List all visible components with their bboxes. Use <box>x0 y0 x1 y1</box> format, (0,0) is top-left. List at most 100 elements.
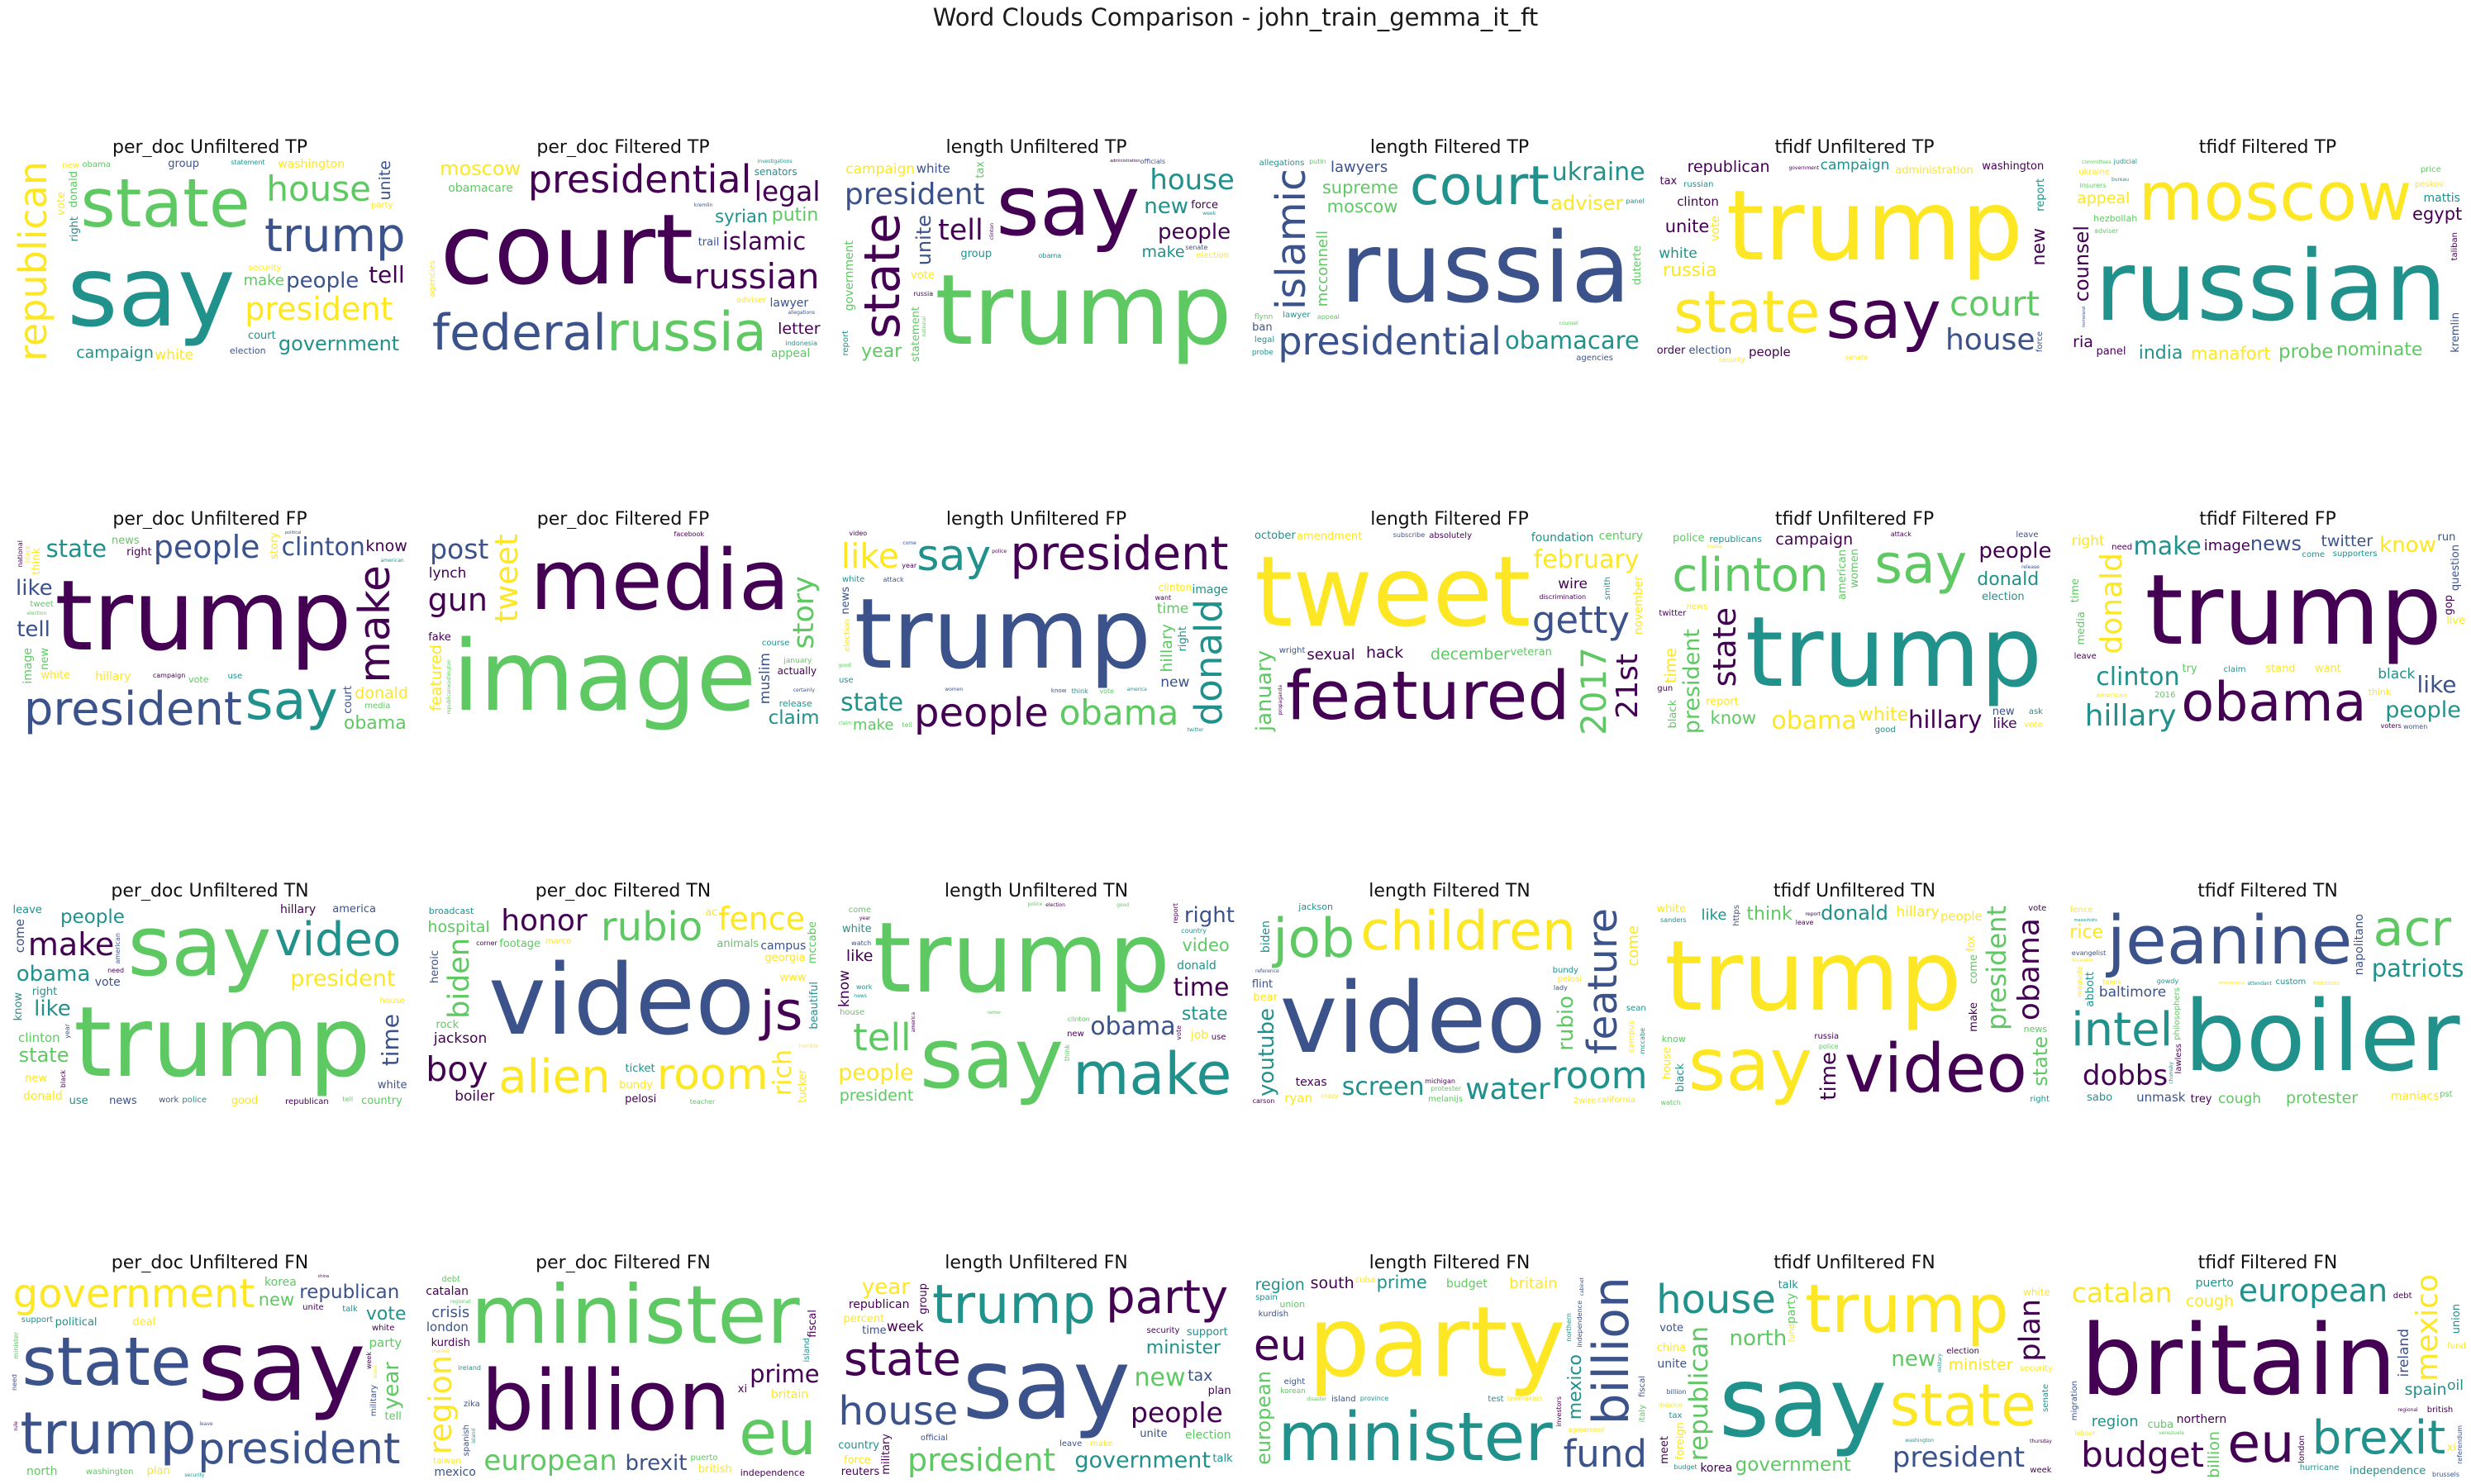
cloud-word: people <box>1978 539 2052 564</box>
cloud-word: youtube <box>1254 1008 1279 1097</box>
cloud-word: actually <box>777 665 817 678</box>
cloud-word: state <box>21 1324 192 1402</box>
cloud-word: veteran <box>1510 646 1552 659</box>
cloud-word: media <box>1707 544 1722 550</box>
cloud-word: clinton <box>2096 663 2180 692</box>
cloud-word: fence <box>717 901 806 937</box>
cloud-word: people <box>60 906 125 929</box>
cloud-word: loveable <box>2072 958 2093 964</box>
cloud-word: ticket <box>625 1062 655 1075</box>
cloud-word: new <box>38 647 51 670</box>
cloud-word: budget <box>2081 1434 2205 1476</box>
cloud-word: russia <box>1663 260 1717 282</box>
cloud-word: tax <box>1669 1411 1683 1421</box>
cloud-word: leave <box>1059 1439 1083 1448</box>
cloud-word: people <box>1130 1396 1223 1429</box>
cloud-word: like <box>1701 906 1727 924</box>
cloud-word: gun <box>427 581 488 618</box>
cloud-word: room <box>656 1050 769 1100</box>
cloud-word: philosophers <box>2172 987 2182 1040</box>
cloud-word: flint <box>1251 977 1274 991</box>
cloud-word: protester <box>1431 1085 1462 1093</box>
cloud-word: say <box>1826 277 1941 355</box>
cloud-word: come <box>902 540 917 547</box>
cloud-word: force <box>844 1454 871 1467</box>
cloud-word: year <box>63 1023 71 1039</box>
cloud-word: president <box>1981 906 2013 1030</box>
cloud-word: week <box>2030 1466 2052 1476</box>
cloud-word: hurricane <box>2299 1463 2340 1472</box>
cloud-word: misguide <box>2075 967 2083 997</box>
cloud-word: tell <box>17 616 50 642</box>
cloud-word: spain <box>2404 1380 2447 1399</box>
cloud-word: house <box>1150 164 1235 197</box>
cloud-word: tax <box>974 161 987 179</box>
cloud-word: appeal <box>770 346 811 360</box>
cloud-word: london <box>426 1320 469 1335</box>
cloud-word: american <box>2096 691 2127 699</box>
cloud-word: news <box>840 587 853 616</box>
cloud-word: trump <box>20 1399 197 1467</box>
cloud-word: fiscal <box>806 1309 819 1338</box>
cloud-word: country <box>1181 927 1207 935</box>
cloud-word: obama <box>1059 692 1179 734</box>
cloud-word: president <box>290 966 396 992</box>
word-cloud: trump say state court house republican campaig… <box>1654 157 2054 365</box>
cloud-word: white <box>916 160 950 176</box>
cloud-word: korean <box>1280 1386 1306 1396</box>
cloud-word: think <box>1064 1044 1072 1061</box>
cloud-word: room <box>1551 1054 1648 1098</box>
cloud-word: fox <box>1964 935 1978 953</box>
cloud-word: trump <box>1726 168 2024 283</box>
cloud-word: honor <box>501 903 588 938</box>
cloud-word: island <box>470 1429 477 1444</box>
cloud-word: vote <box>188 673 209 685</box>
cloud-word: group <box>168 158 200 171</box>
cloud-word: clinton <box>1067 1015 1090 1024</box>
cloud-word: gowdy <box>2156 977 2179 986</box>
cloud-word: clinton <box>1158 582 1193 594</box>
cloud-word: right <box>126 546 152 559</box>
cloud-word: president <box>1679 628 1706 734</box>
cloud-word: republicanwashington <box>445 659 452 714</box>
cloud-word: spain <box>1255 1292 1278 1302</box>
cloud-word: region <box>2091 1412 2139 1430</box>
cloud-word: 2wire <box>1573 1096 1597 1106</box>
cloud-word: billion <box>1582 1276 1640 1425</box>
cloud-word: hack <box>1365 644 1404 663</box>
cloud-word: intel <box>2071 1002 2173 1057</box>
cloud-word: independence <box>740 1467 805 1479</box>
cloud-word: political <box>55 1315 98 1329</box>
cloud-word: rock <box>436 1019 459 1032</box>
cloud-word: getty <box>1531 598 1631 643</box>
cloud-word: military <box>369 1384 379 1417</box>
cloud-word: donald <box>68 170 81 208</box>
cloud-word: smith <box>1602 576 1612 600</box>
word-cloud: trump say president people obama donald state l… <box>836 529 1236 737</box>
cloud-word: government <box>278 331 400 355</box>
cloud-word: crisis <box>431 1303 470 1321</box>
cloud-word: xi <box>2446 1441 2456 1454</box>
cloud-word: group <box>917 1282 931 1315</box>
cloud-word: time <box>1661 648 1680 684</box>
cloud-word: island <box>1331 1395 1356 1405</box>
cloud-word: biden <box>1259 920 1274 954</box>
cloud-word: new <box>25 1073 47 1086</box>
cloud-word: broadcast <box>428 906 474 917</box>
cloud-word: russian <box>2094 228 2447 343</box>
cloud-word: administration <box>1110 158 1140 164</box>
cloud-word: agencies <box>427 259 437 297</box>
cloud-word: sabo <box>2087 1091 2113 1104</box>
cloud-word: duterte <box>1631 245 1644 286</box>
cloud-word: police <box>1027 901 1043 908</box>
cloud-word: california <box>1597 1095 1635 1105</box>
cloud-word: want <box>2314 663 2341 676</box>
cloud-word: adviser <box>1550 191 1624 215</box>
cloud-word: water <box>1465 1073 1550 1107</box>
cloud-word: vote <box>2024 720 2043 730</box>
cloud-word: media <box>2075 611 2088 645</box>
word-cloud: trump say president people make state clinton l… <box>10 529 410 737</box>
cloud-word: week <box>364 1352 373 1370</box>
cloud-word: claim <box>838 721 852 727</box>
cloud-word: story <box>787 575 821 649</box>
